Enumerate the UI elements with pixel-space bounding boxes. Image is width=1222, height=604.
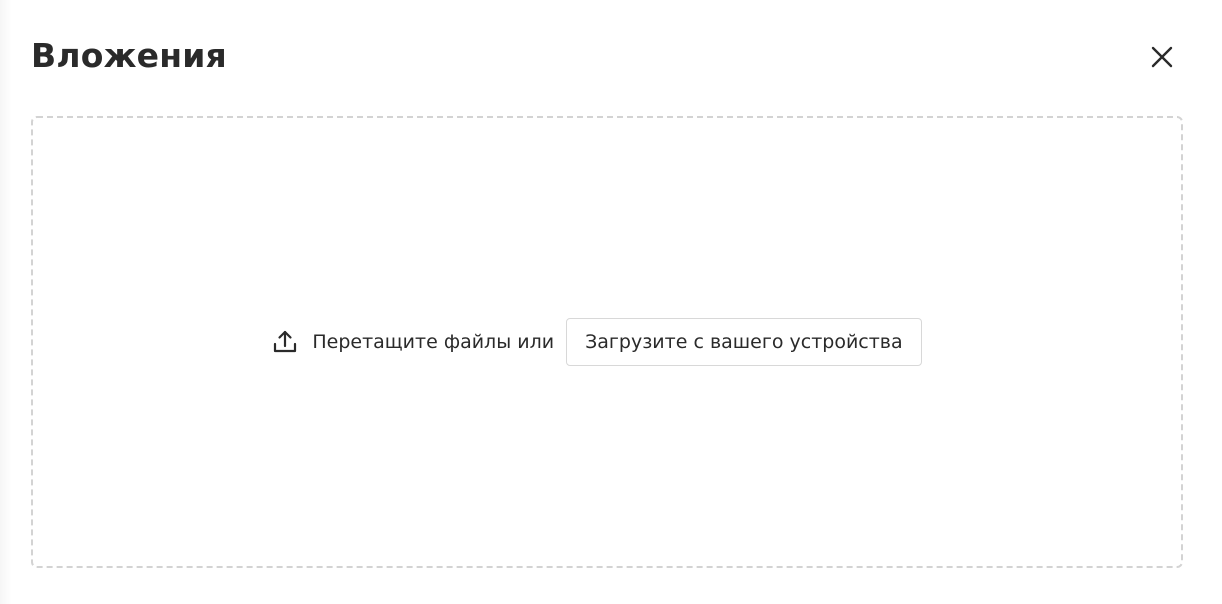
dropzone-content: Перетащите файлы или Загрузите с вашего … [272, 318, 922, 366]
attachments-dialog: Вложения Перетащите файлы или Загрузите … [0, 0, 1222, 604]
drag-drop-text: Перетащите файлы или [312, 331, 555, 353]
left-shadow [0, 0, 12, 604]
file-dropzone[interactable]: Перетащите файлы или Загрузите с вашего … [31, 116, 1183, 568]
close-icon [1150, 45, 1174, 72]
upload-icon [272, 329, 298, 355]
close-button[interactable] [1142, 38, 1182, 78]
upload-from-device-button[interactable]: Загрузите с вашего устройства [566, 318, 922, 366]
dialog-title: Вложения [31, 36, 227, 75]
